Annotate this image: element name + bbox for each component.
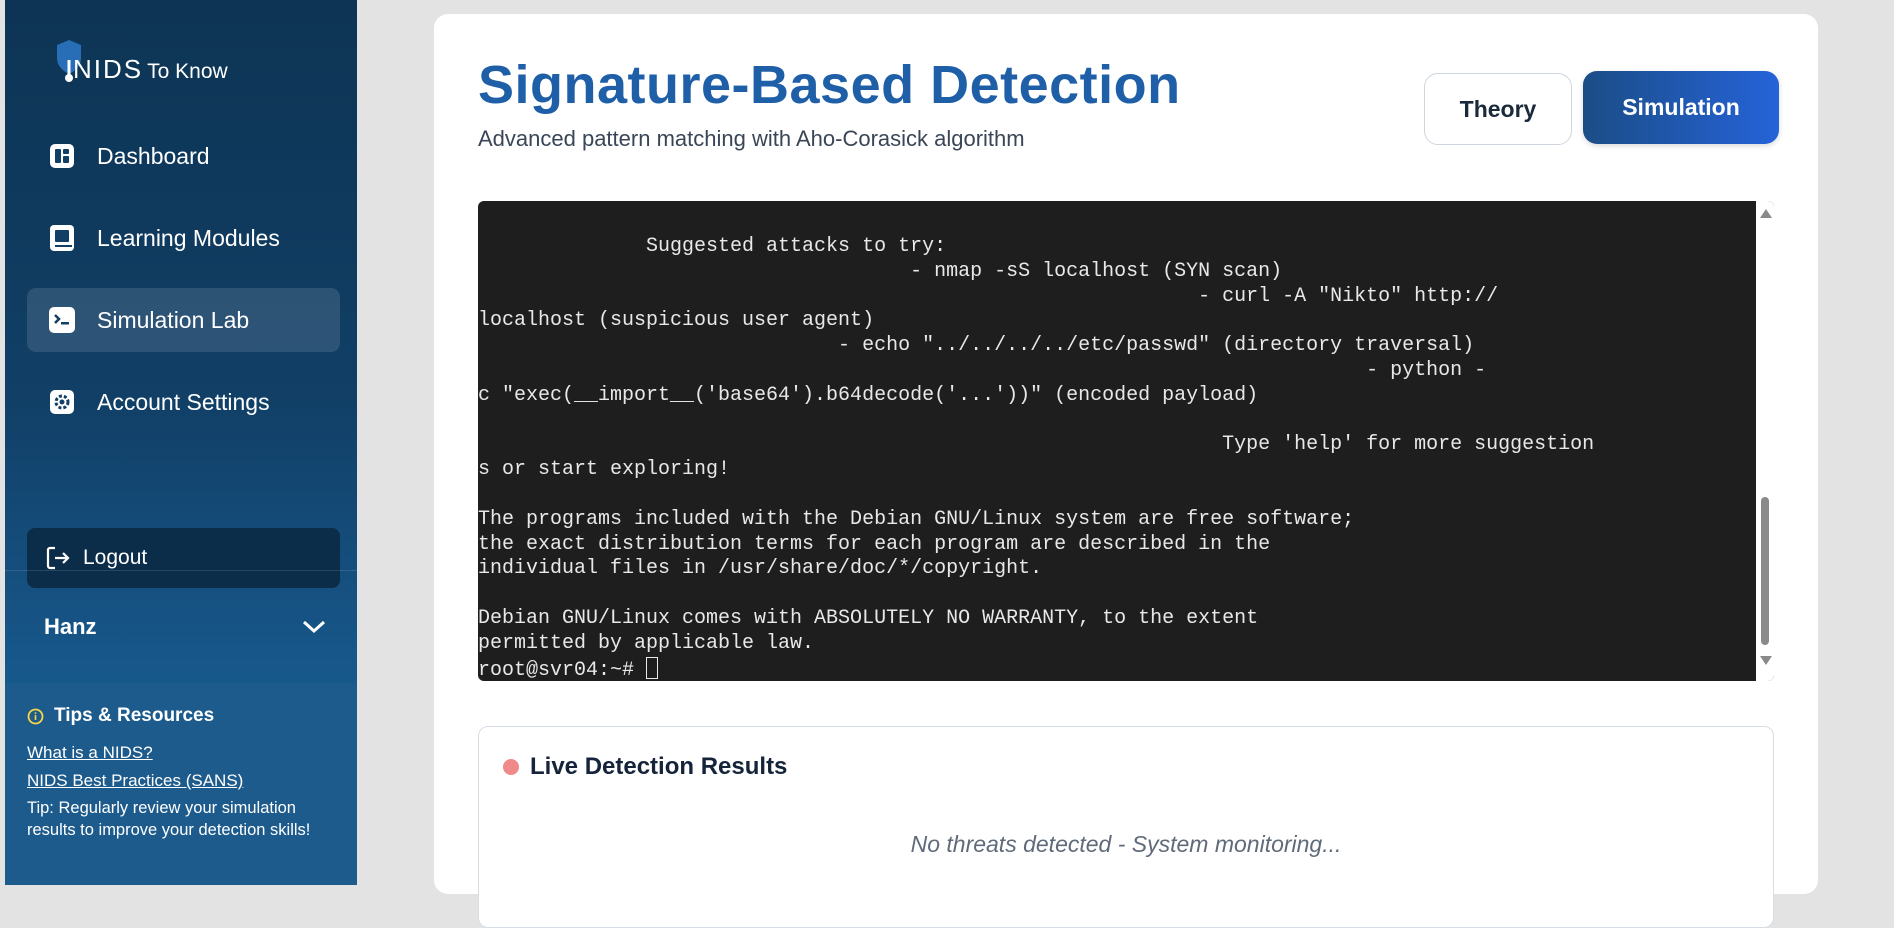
terminal-line: The programs included with the Debian GN… bbox=[478, 507, 1355, 531]
tips-title: Tips & Resources bbox=[54, 705, 215, 726]
sidebar-item-label: Account Settings bbox=[97, 388, 270, 415]
chevron-down-icon bbox=[302, 620, 326, 634]
scrollbar-thumb[interactable] bbox=[1761, 497, 1769, 645]
results-title: Live Detection Results bbox=[530, 753, 788, 780]
terminal-line: s or start exploring! bbox=[478, 458, 731, 482]
terminal-line: Type 'help' for more suggestion bbox=[1222, 433, 1595, 457]
terminal-cursor bbox=[646, 656, 659, 679]
detection-results-panel: Live Detection Results No threats detect… bbox=[478, 726, 1774, 928]
sidebar-item-label: Learning Modules bbox=[97, 224, 280, 251]
status-dot bbox=[503, 759, 519, 775]
page-subtitle: Advanced pattern matching with Aho-Coras… bbox=[478, 126, 1025, 151]
terminal-line: - nmap -sS localhost (SYN scan) bbox=[910, 259, 1283, 283]
link-nids-best-practices[interactable]: NIDS Best Practices (SANS) bbox=[27, 771, 243, 791]
terminal-line: Debian GNU/Linux comes with ABSOLUTELY N… bbox=[478, 606, 1259, 630]
terminal-line: - curl -A "Nikto" http:// bbox=[1198, 284, 1499, 308]
app-logo[interactable]: NIDS To Know bbox=[55, 38, 275, 88]
terminal-line: the exact distribution terms for each pr… bbox=[478, 532, 1271, 556]
terminal-prompt: root@svr04:~# bbox=[478, 658, 647, 681]
terminal-line: - python - bbox=[1366, 358, 1487, 382]
user-menu[interactable]: Hanz bbox=[27, 605, 340, 649]
terminal-line: - echo "../../../../etc/passwd" (directo… bbox=[838, 334, 1475, 358]
logout-button[interactable]: Logout bbox=[27, 528, 340, 588]
dashboard-icon bbox=[47, 141, 77, 171]
sidebar-item-simulation-lab[interactable]: Simulation Lab bbox=[27, 288, 340, 352]
scroll-down-arrow-icon[interactable] bbox=[1760, 656, 1772, 665]
sidebar-divider bbox=[5, 570, 357, 571]
sidebar-item-dashboard[interactable]: Dashboard bbox=[27, 124, 340, 188]
logo-sub-text: To Know bbox=[147, 60, 228, 83]
tab-simulation[interactable]: Simulation bbox=[1583, 71, 1779, 144]
gear-icon bbox=[47, 387, 77, 417]
results-message: No threats detected - System monitoring.… bbox=[910, 831, 1342, 857]
terminal[interactable]: Suggested attacks to try: - nmap -sS loc… bbox=[478, 201, 1774, 681]
tip-text: Tip: Regularly review your simulation re… bbox=[27, 799, 311, 839]
sidebar: NIDS To Know Dashboard Learning Modules S… bbox=[5, 0, 357, 885]
terminal-line: c "exec(__import__('base64').b64decode('… bbox=[478, 383, 1259, 407]
logout-label: Logout bbox=[83, 546, 148, 569]
tab-theory[interactable]: Theory bbox=[1424, 73, 1572, 145]
user-name: Hanz bbox=[44, 614, 97, 639]
terminal-line: permitted by applicable law. bbox=[478, 631, 815, 655]
terminal-line: localhost (suspicious user agent) bbox=[478, 309, 875, 333]
logo-main-text: NIDS bbox=[73, 54, 144, 84]
terminal-output: Suggested attacks to try: - nmap -sS loc… bbox=[478, 235, 1594, 681]
sidebar-item-label: Simulation Lab bbox=[97, 306, 250, 333]
sidebar-item-learning-modules[interactable]: Learning Modules bbox=[27, 206, 340, 270]
tips-panel: Tips & Resources What is a NIDS? NIDS Be… bbox=[5, 683, 357, 885]
terminal-icon bbox=[47, 305, 77, 335]
terminal-lines: Suggested attacks to try: - nmap -sS loc… bbox=[478, 235, 1594, 655]
link-what-is-nids[interactable]: What is a NIDS? bbox=[27, 743, 153, 763]
main-card: Signature-Based Detection Advanced patte… bbox=[434, 14, 1818, 928]
page-title: Signature-Based Detection bbox=[478, 55, 1181, 115]
terminal-line: Suggested attacks to try: bbox=[646, 235, 947, 258]
info-icon bbox=[27, 708, 44, 724]
terminal-scrollbar[interactable] bbox=[1756, 201, 1774, 681]
sidebar-item-label: Dashboard bbox=[97, 142, 210, 169]
logout-icon bbox=[46, 546, 70, 570]
terminal-line: individual files in /usr/share/doc/*/cop… bbox=[478, 557, 1043, 581]
sidebar-item-account-settings[interactable]: Account Settings bbox=[27, 370, 340, 434]
scroll-up-arrow-icon[interactable] bbox=[1760, 209, 1772, 218]
book-icon bbox=[47, 223, 77, 253]
